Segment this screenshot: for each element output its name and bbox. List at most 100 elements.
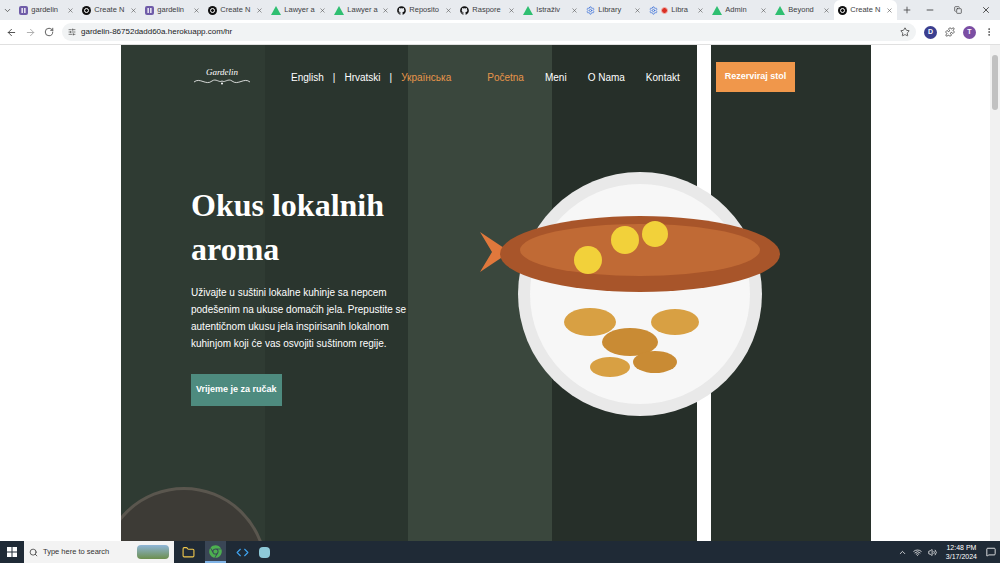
close-icon[interactable] [508,7,515,14]
forward-icon[interactable] [25,27,36,38]
notifications-icon[interactable] [986,547,996,557]
windows-logo-icon[interactable] [7,547,17,557]
round-photo [121,487,267,541]
taskbar-search[interactable]: Type here to search [24,541,174,563]
menu-icon[interactable] [984,27,994,37]
logo[interactable]: Gardelin [191,68,253,86]
chrome-icon[interactable] [209,545,222,558]
hero-title: Okus lokalnih aroma [191,183,416,271]
browser-tab[interactable]: Admin [708,0,771,20]
page-viewport: GardelinEnglish|Hrvatski|УкраїнськаPočet… [0,45,1000,541]
scrollbar[interactable] [990,45,1000,541]
nav-link[interactable]: Kontakt [646,70,680,85]
new-tab-icon[interactable] [902,5,912,15]
scrollbar-thumb[interactable] [992,55,998,110]
close-icon[interactable] [193,7,200,14]
language-link[interactable]: Українська [401,70,451,85]
reload-icon[interactable] [44,27,54,37]
browser-tab[interactable]: Library [582,0,645,20]
close-icon[interactable] [445,7,452,14]
close-icon[interactable] [823,7,830,14]
language-link[interactable]: Hrvatski [344,70,380,85]
nav-link[interactable]: Početna [487,70,524,85]
address-bar: gardelin-86752dadd60a.herokuapp.com/hr D T [0,20,1000,45]
tab-label: Beyond [788,6,820,14]
triangle-icon [775,6,785,15]
minimize-icon[interactable] [925,5,935,15]
close-icon[interactable] [634,7,641,14]
github-icon [397,6,406,15]
bookmark-star-icon[interactable] [900,27,910,37]
language-link[interactable]: English [291,70,324,85]
tab-label: Istraživ [536,6,568,14]
close-icon[interactable] [130,7,137,14]
back-icon[interactable] [6,27,17,38]
browser-tab[interactable]: Libra [645,0,708,20]
browser-tab[interactable]: Reposito [393,0,456,20]
url-field[interactable]: gardelin-86752dadd60a.herokuapp.com/hr [62,23,916,41]
site-info-icon[interactable] [68,28,76,36]
tab-label: Create N [94,6,127,14]
tab-strip: gardelin Create N gardelin Create N Lawyer a… [0,0,1000,20]
browser-tab[interactable]: Create N [834,0,897,20]
close-window-icon[interactable] [981,5,991,15]
main-nav: Početna Meni O Nama Kontakt [487,70,680,85]
close-icon[interactable] [319,7,326,14]
file-explorer-icon[interactable] [182,546,195,559]
heroku-icon [19,6,28,15]
profile-avatar[interactable]: T [963,26,976,39]
app-circle-icon [208,6,217,15]
language-separator: | [333,70,336,85]
browser-tab[interactable]: gardelin [15,0,78,20]
close-icon[interactable] [256,7,263,14]
taskbar: Type here to search 12:48 PM3/17/2024 [0,541,1000,563]
close-icon[interactable] [697,7,704,14]
close-icon[interactable] [67,7,74,14]
tray-expand-icon[interactable] [898,548,907,557]
triangle-icon [271,6,281,15]
tab-label: Lawyer a [284,6,316,14]
hero-section: GardelinEnglish|Hrvatski|УкраїнськаPočet… [121,45,871,541]
close-icon[interactable] [382,7,389,14]
restore-icon[interactable] [954,6,962,14]
clock[interactable]: 12:48 PM3/17/2024 [943,543,980,561]
close-icon[interactable] [571,7,578,14]
screen: gardelin Create N gardelin Create N Lawyer a… [0,0,1000,563]
tab-label: gardelin [157,6,190,14]
dish-photo [480,172,780,416]
close-icon[interactable] [760,7,767,14]
browser-tab[interactable]: Create N [78,0,141,20]
hero-text: Okus lokalnih aroma Uživajte u suštini lo… [191,183,416,406]
triangle-icon [523,6,533,15]
browser-tab[interactable]: Lawyer a [267,0,330,20]
search-icon [29,548,38,557]
gear-icon [586,6,595,15]
app-icon[interactable] [259,547,270,558]
triangle-icon [712,6,722,15]
tab-search-icon[interactable] [3,6,12,15]
browser-tab[interactable]: Create N [204,0,267,20]
reserve-button[interactable]: Rezerviraj stol [716,62,796,92]
browser-tab[interactable]: Beyond [771,0,834,20]
browser-tab[interactable]: Raspore [456,0,519,20]
close-icon[interactable] [886,7,893,14]
hero-description: Uživajte u suštini lokalne kuhinje sa ne… [191,284,411,352]
extension-badge[interactable]: D [924,26,937,39]
browser-tab[interactable]: gardelin [141,0,204,20]
volume-icon[interactable] [928,548,937,557]
lunch-button[interactable]: Vrijeme je za ručak [191,374,282,406]
github-icon [460,6,469,15]
network-icon[interactable] [913,548,922,557]
tab-label: Library [598,6,631,14]
tab-label: gardelin [31,6,64,14]
tab-label: Create N [850,6,883,14]
browser-tab[interactable]: Istraživ [519,0,582,20]
vscode-icon[interactable] [236,546,249,559]
tab-label: Reposito [409,6,442,14]
tab-label: Raspore [472,6,505,14]
tab-label: Create N [220,6,253,14]
browser-tab[interactable]: Lawyer a [330,0,393,20]
nav-link[interactable]: O Nama [588,70,625,85]
nav-link[interactable]: Meni [545,70,567,85]
extensions-icon[interactable] [945,27,955,37]
